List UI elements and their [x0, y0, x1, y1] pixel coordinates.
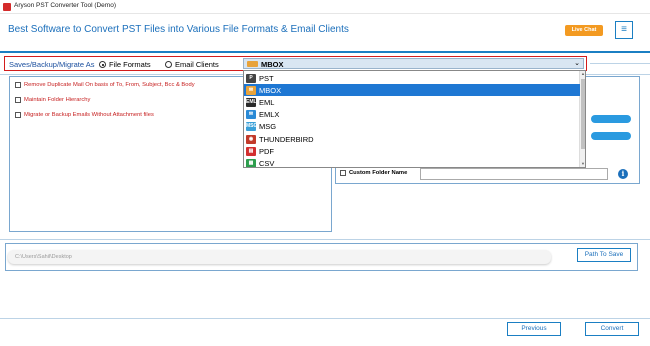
radio-file-formats-label: File Formats	[109, 60, 151, 69]
format-option-eml[interactable]: EML EML	[244, 96, 580, 108]
format-option-label: EMLX	[259, 110, 280, 120]
format-option-label: CSV	[259, 158, 275, 168]
convert-button[interactable]: Convert	[585, 322, 639, 336]
option-migrate-without-attachments[interactable]: Migrate or Backup Emails Without Attachm…	[15, 112, 154, 118]
option-remove-duplicates[interactable]: Remove Duplicate Mail On basis of To, Fr…	[15, 82, 195, 88]
divider	[0, 318, 650, 319]
format-option-label: PDF	[259, 146, 274, 156]
header: Best Software to Convert PST Files into …	[0, 15, 650, 53]
radio-email-clients[interactable]: Email Clients	[165, 60, 219, 69]
checkbox-icon[interactable]	[340, 170, 346, 176]
pdf-icon: ▤	[246, 146, 256, 156]
format-option-mbox[interactable]: ✉ MBOX	[244, 84, 580, 97]
custom-folder-input[interactable]	[420, 168, 608, 180]
format-select[interactable]: MBOX ⌄	[243, 58, 584, 69]
chevron-down-icon[interactable]: ⌄	[574, 59, 580, 67]
save-as-label: Saves/Backup/Migrate As	[9, 60, 95, 69]
pst-icon: P	[246, 73, 256, 83]
app-logo-icon	[3, 3, 11, 11]
live-chat-button[interactable]: Live Chat	[565, 25, 603, 36]
format-option-pdf[interactable]: ▤ PDF	[244, 145, 580, 157]
divider	[590, 63, 650, 64]
checkbox-icon[interactable]	[15, 82, 21, 88]
custom-folder-option[interactable]: Custom Folder Name	[340, 170, 407, 176]
mbox-icon: ✉	[246, 85, 256, 95]
divider	[0, 239, 650, 240]
radio-file-formats[interactable]: File Formats	[99, 60, 151, 69]
checkbox-icon[interactable]	[15, 112, 21, 118]
scroll-thumb[interactable]	[581, 79, 585, 149]
option-remove-duplicates-label: Remove Duplicate Mail On basis of To, Fr…	[24, 82, 195, 88]
scroll-up-icon[interactable]: ▲	[580, 71, 585, 77]
scroll-down-icon[interactable]: ▼	[580, 161, 585, 167]
info-icon[interactable]: i	[618, 169, 628, 179]
msg-icon: MSG	[246, 122, 258, 132]
format-option-thunderbird[interactable]: ◉ THUNDERBIRD	[244, 133, 580, 145]
eml-icon: EML	[246, 97, 257, 107]
format-option-emlx[interactable]: ✉ EMLX	[244, 109, 580, 121]
csv-icon: ▦	[246, 158, 256, 167]
format-option-label: EML	[259, 97, 275, 107]
settings-pill-button[interactable]	[591, 132, 631, 140]
option-maintain-hierarchy-label: Maintain Folder Hierarchy	[24, 97, 91, 103]
save-as-row: Saves/Backup/Migrate As File Formats Ema…	[4, 56, 587, 71]
format-option-pst[interactable]: P PST	[244, 72, 580, 84]
format-dropdown-list[interactable]: ▲ ▼ P PST ✉ MBOX EML EML ✉ EMLX MSG MSG ◉ THUNDERBI…	[243, 70, 586, 168]
title-bar: Aryson PST Converter Tool (Demo)	[0, 0, 650, 14]
radio-unchecked-icon	[165, 61, 172, 68]
format-option-label: MBOX	[259, 85, 282, 95]
radio-email-clients-label: Email Clients	[175, 60, 219, 69]
menu-icon: ≡	[621, 24, 627, 35]
hamburger-menu-button[interactable]: ≡	[615, 21, 633, 39]
option-migrate-without-attachments-label: Migrate or Backup Emails Without Attachm…	[24, 112, 154, 118]
format-option-label: THUNDERBIRD	[259, 134, 314, 144]
settings-pill-button[interactable]	[591, 115, 631, 123]
path-to-save-button[interactable]: Path To Save	[577, 248, 631, 262]
format-option-msg[interactable]: MSG MSG	[244, 121, 580, 133]
format-option-csv[interactable]: ▦ CSV	[244, 157, 580, 168]
thunderbird-icon: ◉	[246, 134, 256, 144]
emlx-icon: ✉	[246, 110, 256, 120]
checkbox-icon[interactable]	[15, 97, 21, 103]
custom-folder-label: Custom Folder Name	[349, 170, 408, 176]
previous-button[interactable]: Previous	[507, 322, 561, 336]
radio-checked-icon	[99, 61, 106, 68]
option-maintain-hierarchy[interactable]: Maintain Folder Hierarchy	[15, 97, 90, 103]
headline: Best Software to Convert PST Files into …	[8, 24, 349, 35]
window-title: Aryson PST Converter Tool (Demo)	[14, 2, 116, 9]
format-option-label: PST	[259, 73, 274, 83]
format-option-label: MSG	[259, 122, 277, 132]
mbox-icon	[247, 60, 258, 67]
destination-path-input[interactable]: C:\Users\Sahil\Desktop	[8, 250, 551, 264]
format-select-value: MBOX	[261, 59, 284, 69]
